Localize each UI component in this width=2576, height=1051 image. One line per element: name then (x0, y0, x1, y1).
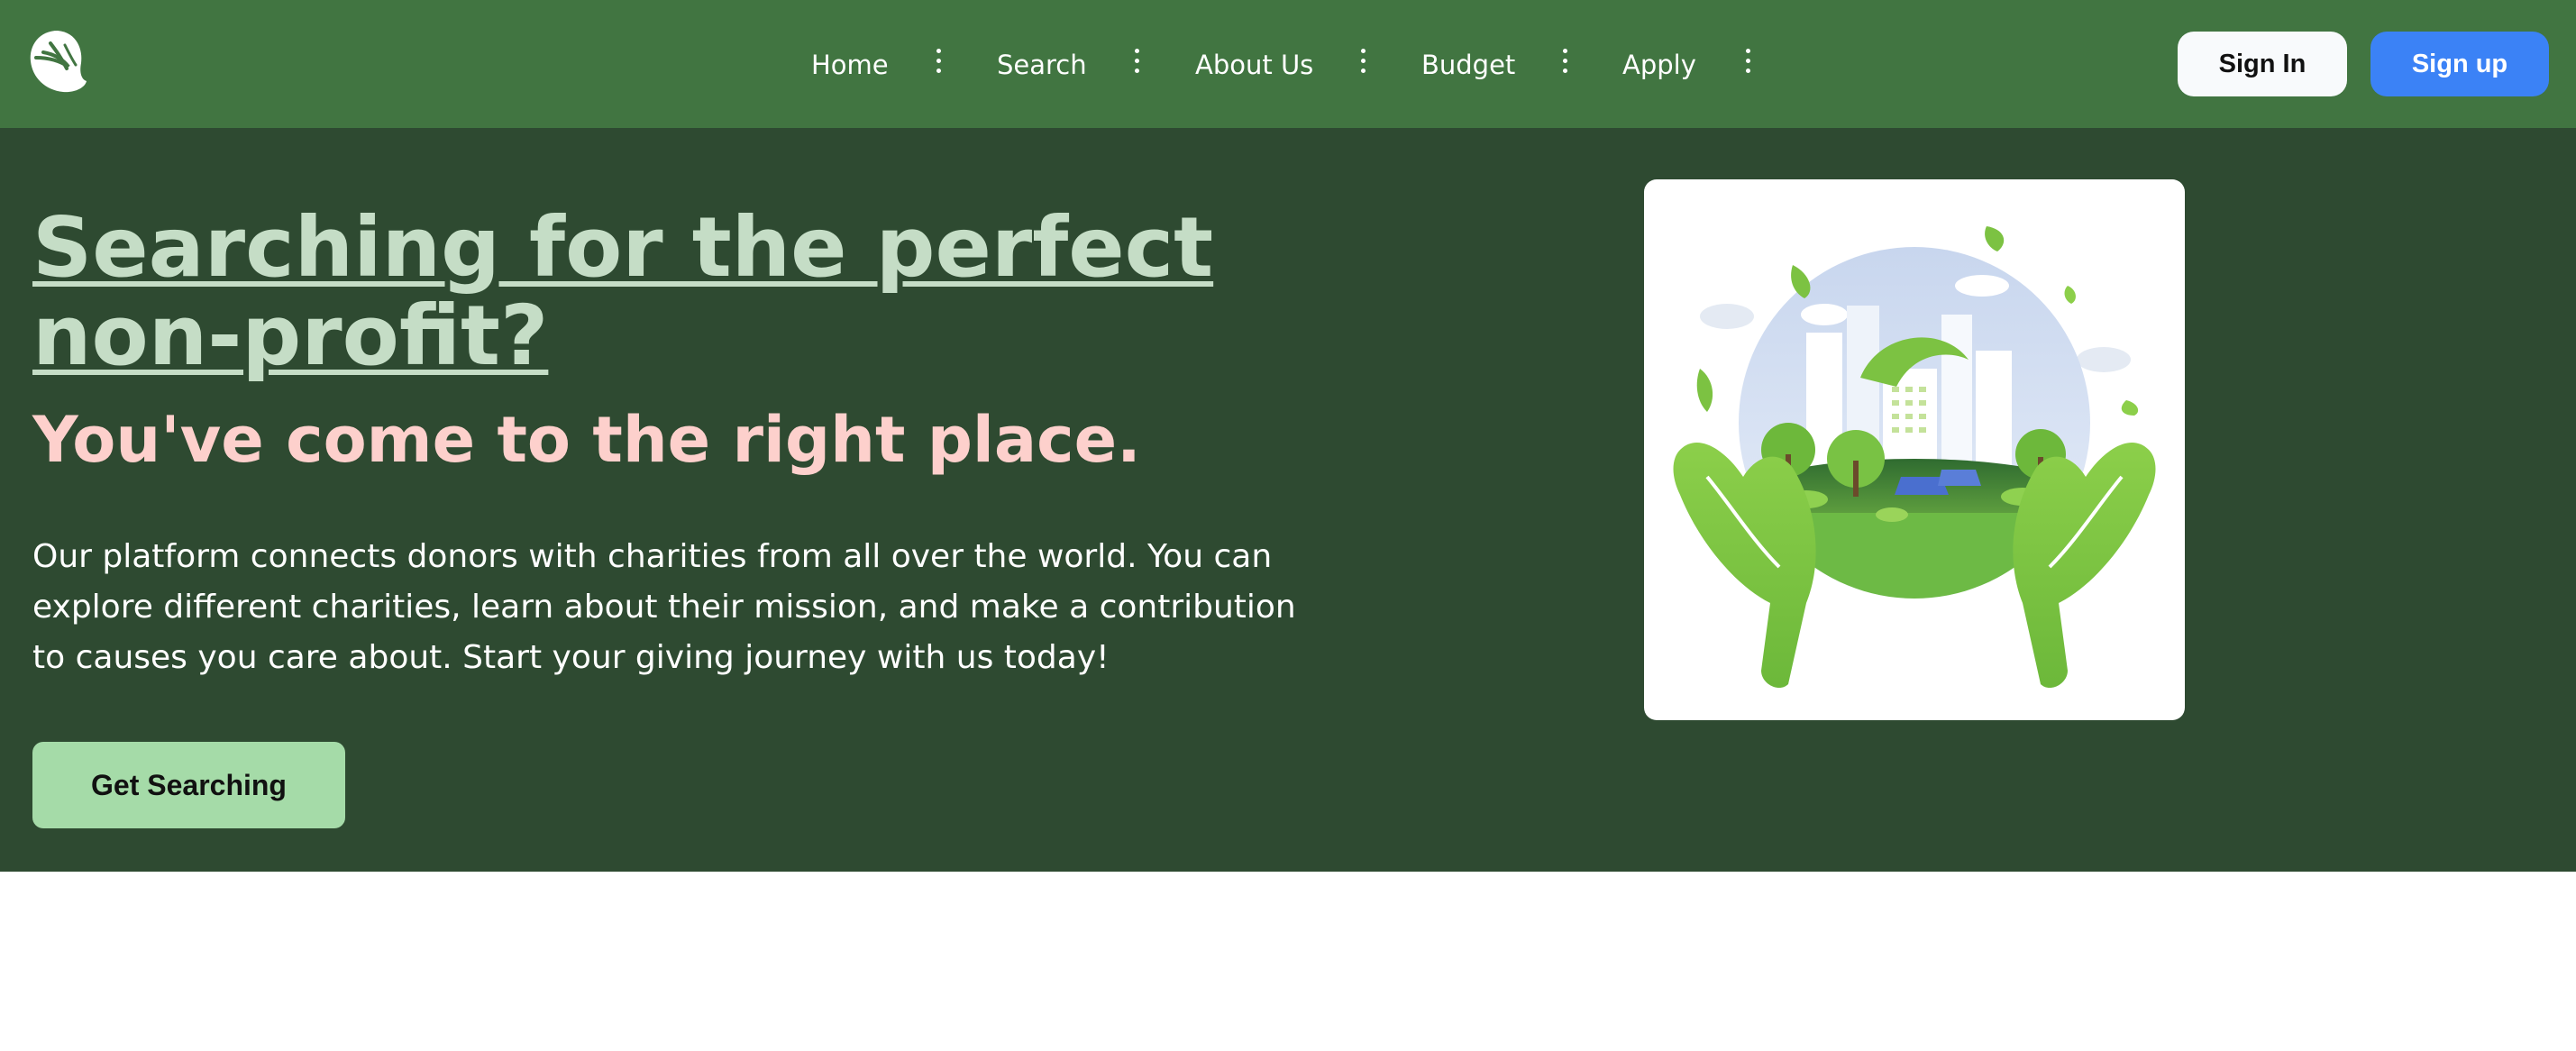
nav-about-us-more-icon[interactable] (1358, 49, 1367, 79)
nav-budget[interactable]: Budget (1421, 47, 1515, 83)
nav-home-more-icon[interactable] (934, 49, 943, 79)
nav-home[interactable]: Home (811, 47, 889, 83)
hero-illustration (1644, 179, 2185, 720)
hero-description: Our platform connects donors with charit… (32, 538, 1296, 676)
nav-apply[interactable]: Apply (1622, 47, 1696, 83)
hands-globe-city-icon (1673, 226, 2156, 689)
nav-search[interactable]: Search (997, 47, 1087, 83)
hero-title-link[interactable]: Searching for the perfect non-profit? (32, 204, 1294, 380)
sign-in-button[interactable]: Sign In (2178, 32, 2347, 96)
nav-search-more-icon[interactable] (1132, 49, 1141, 79)
nav-about-us[interactable]: About Us (1195, 47, 1313, 83)
sign-up-button[interactable]: Sign up (2370, 32, 2549, 96)
hero-section: Searching for the perfect non-profit? Yo… (0, 128, 2576, 872)
top-navbar: Home Search About Us Budget Apply Sign I… (0, 0, 2576, 128)
nav-budget-more-icon[interactable] (1560, 49, 1569, 79)
get-searching-button[interactable]: Get Searching (32, 742, 345, 828)
nav-apply-more-icon[interactable] (1743, 49, 1752, 79)
hero-subtitle: You've come to the right place. (32, 403, 1141, 477)
